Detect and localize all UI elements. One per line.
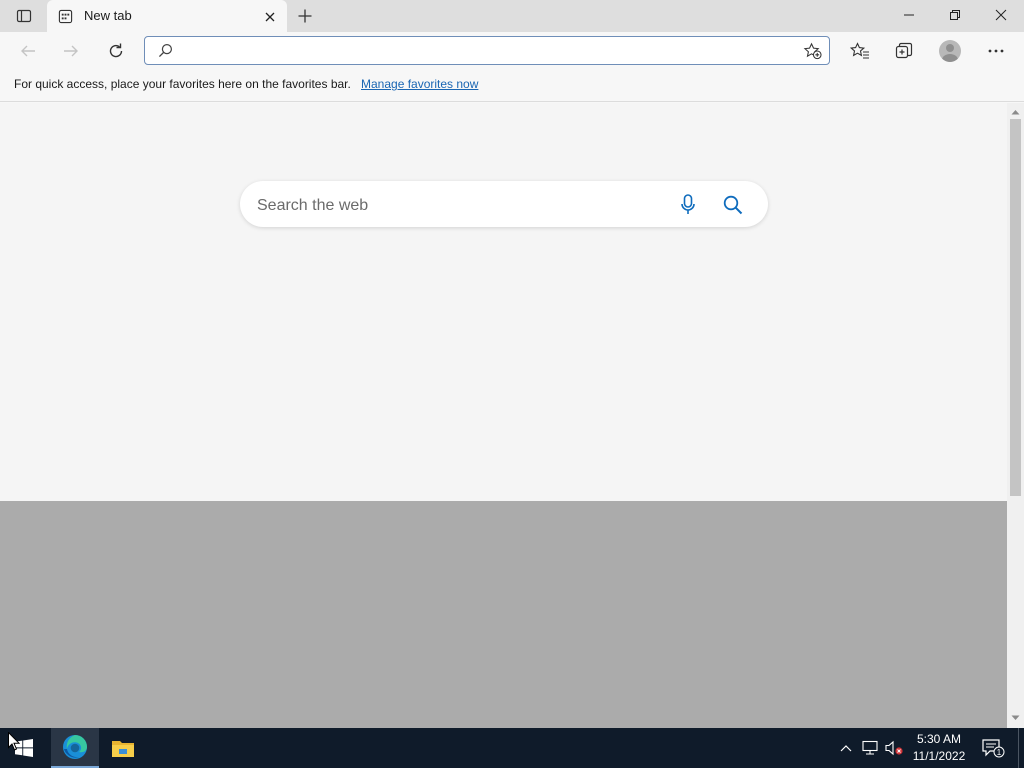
arrow-right-icon (62, 42, 80, 60)
notification-count: 1 (997, 748, 1002, 757)
new-tab-button[interactable] (293, 4, 317, 28)
network-icon[interactable] (860, 738, 880, 758)
refresh-button[interactable] (100, 35, 132, 67)
minimize-button[interactable] (886, 0, 932, 30)
minimize-icon (903, 9, 915, 21)
search-icon (158, 43, 173, 58)
address-bar[interactable] (144, 36, 830, 65)
mouse-cursor-icon (8, 732, 20, 751)
favorites-bar-message: For quick access, place your favorites h… (14, 77, 351, 91)
web-search-input[interactable] (255, 194, 659, 218)
close-icon (995, 9, 1007, 21)
title-bar: New tab (0, 0, 1024, 32)
favorites-button[interactable] (844, 35, 876, 67)
system-clock[interactable]: 5:30 AM 11/1/2022 (906, 731, 972, 765)
show-hidden-icons-chevron-icon[interactable] (836, 738, 856, 758)
restore-button[interactable] (932, 0, 978, 30)
new-tab-page (0, 103, 1007, 501)
taskbar-file-explorer-button[interactable] (99, 728, 147, 768)
tab-title: New tab (84, 8, 132, 23)
address-input[interactable] (181, 40, 785, 62)
taskbar-edge-button[interactable] (51, 728, 99, 768)
notification-icon: 1 (981, 738, 1005, 758)
search-icon[interactable] (720, 192, 746, 218)
arrow-left-icon (19, 42, 37, 60)
scroll-down-arrow-icon[interactable] (1011, 715, 1020, 721)
new-tab-page-icon (58, 9, 73, 24)
clock-date: 11/1/2022 (912, 749, 966, 763)
profile-button[interactable] (934, 35, 966, 67)
tab-new-tab[interactable]: New tab (47, 0, 287, 32)
manage-favorites-link[interactable]: Manage favorites now (361, 77, 478, 91)
clock-time: 5:30 AM (916, 732, 962, 746)
vertical-scrollbar[interactable] (1007, 103, 1024, 728)
settings-and-more-button[interactable] (980, 35, 1012, 67)
back-button[interactable] (12, 35, 44, 67)
web-search-box[interactable] (240, 181, 768, 227)
action-center-button[interactable]: 1 (980, 736, 1006, 760)
refresh-icon (107, 42, 125, 60)
taskbar: 5:30 AM 11/1/2022 1 (0, 728, 1024, 768)
close-window-button[interactable] (978, 0, 1024, 30)
avatar (939, 40, 961, 62)
show-desktop-button[interactable] (1018, 728, 1024, 768)
favorites-bar: For quick access, place your favorites h… (0, 70, 1024, 102)
add-favorite-icon[interactable] (801, 41, 823, 61)
folder-icon (111, 738, 135, 758)
page-loading-area (0, 501, 1007, 728)
restore-icon (949, 9, 961, 21)
more-dots-icon (988, 49, 1004, 53)
collections-icon (895, 42, 913, 60)
plus-icon (297, 8, 313, 24)
tab-actions-button[interactable] (8, 0, 40, 32)
browser-toolbar (0, 32, 1024, 70)
tab-close-icon[interactable] (262, 9, 278, 25)
scroll-up-arrow-icon[interactable] (1011, 109, 1020, 115)
scroll-thumb[interactable] (1010, 119, 1021, 496)
collections-button[interactable] (888, 35, 920, 67)
tab-actions-icon (16, 8, 32, 24)
volume-muted-icon[interactable] (884, 738, 904, 758)
edge-browser-icon (62, 734, 88, 760)
forward-button[interactable] (55, 35, 87, 67)
favorites-star-icon (850, 42, 870, 60)
microphone-icon[interactable] (676, 193, 700, 217)
